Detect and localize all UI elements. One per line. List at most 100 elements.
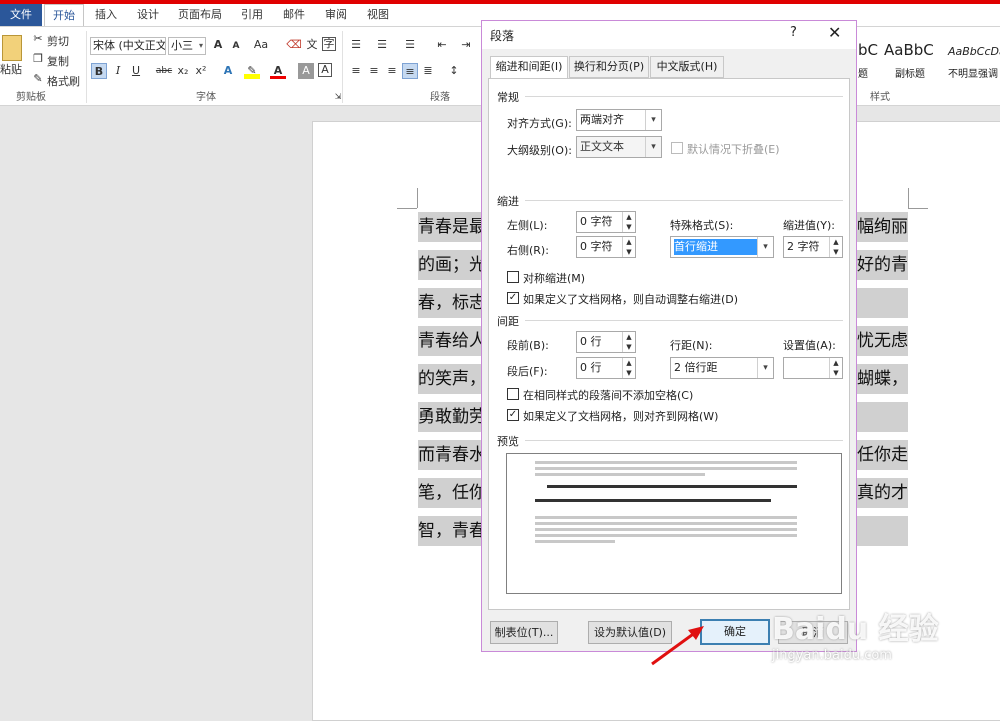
- close-button[interactable]: ✕: [828, 23, 841, 42]
- multilevel-list-icon[interactable]: ☰: [402, 37, 418, 53]
- mirror-indent-checkbox[interactable]: [507, 271, 519, 283]
- enclose-char-icon[interactable]: 字: [322, 37, 336, 51]
- font-name-combo[interactable]: 宋体 (中文正文: [90, 37, 166, 55]
- spacing-section-title: 间距: [497, 315, 519, 328]
- spin-down-icon[interactable]: ▼: [623, 222, 635, 232]
- preview-section-title: 预览: [497, 435, 519, 448]
- special-select[interactable]: 首行缩进 ▾: [670, 236, 774, 258]
- at-spinner[interactable]: ▲ ▼: [783, 357, 843, 379]
- help-button[interactable]: ?: [790, 25, 797, 40]
- cut-button[interactable]: 剪切: [47, 33, 69, 49]
- font-size-value: 小三: [171, 39, 193, 52]
- divider: [525, 440, 843, 441]
- space-after-spinner[interactable]: 0 行 ▲ ▼: [576, 357, 636, 379]
- divider: [525, 320, 843, 321]
- spin-up-icon[interactable]: ▲: [623, 358, 635, 368]
- char-shading-icon[interactable]: A: [298, 63, 314, 79]
- increase-indent-icon[interactable]: ⇥: [458, 37, 474, 53]
- clear-format-icon[interactable]: ⌫: [286, 37, 302, 53]
- highlight-icon[interactable]: ✎: [244, 63, 260, 79]
- justify-icon[interactable]: ≡: [402, 63, 418, 79]
- copy-icon[interactable]: ❐: [30, 51, 46, 67]
- tab-mailings[interactable]: 邮件: [276, 4, 312, 26]
- left-indent-spinner[interactable]: 0 字符 ▲ ▼: [576, 211, 636, 233]
- general-section-title: 常规: [497, 91, 519, 104]
- tab-layout[interactable]: 页面布局: [172, 4, 228, 26]
- spin-up-icon[interactable]: ▲: [830, 358, 842, 368]
- snap-to-grid-label: 如果定义了文档网格，则对齐到网格(W): [523, 410, 719, 423]
- align-center-icon[interactable]: ≡: [366, 63, 382, 79]
- tab-line-page-breaks[interactable]: 换行和分页(P): [569, 56, 649, 78]
- dialog-title-bar[interactable]: 段落 ? ✕: [482, 21, 856, 49]
- char-border-icon[interactable]: A: [318, 63, 332, 77]
- decrease-indent-icon[interactable]: ⇤: [434, 37, 450, 53]
- italic-button[interactable]: I: [110, 63, 126, 79]
- font-color-icon[interactable]: A: [270, 63, 286, 79]
- grow-font-icon[interactable]: A: [210, 37, 226, 53]
- tab-references[interactable]: 引用: [234, 4, 270, 26]
- collapse-checkbox[interactable]: [671, 142, 683, 154]
- spin-down-icon[interactable]: ▼: [623, 342, 635, 352]
- chevron-down-icon: ▾: [198, 41, 203, 50]
- underline-button[interactable]: U: [128, 63, 144, 79]
- spin-up-icon[interactable]: ▲: [623, 237, 635, 247]
- paste-icon[interactable]: [2, 35, 22, 61]
- bold-button[interactable]: B: [91, 63, 107, 79]
- tab-asian-typography[interactable]: 中文版式(H): [650, 56, 724, 78]
- tabs-button[interactable]: 制表位(T)...: [490, 621, 558, 644]
- alignment-select[interactable]: 两端对齐 ▾: [576, 109, 662, 131]
- shrink-font-icon[interactable]: A: [228, 38, 244, 54]
- align-left-icon[interactable]: ≡: [348, 63, 364, 79]
- format-painter-icon[interactable]: ✎: [30, 71, 46, 87]
- style-sample-1[interactable]: bC: [858, 41, 878, 59]
- align-right-icon[interactable]: ≡: [384, 63, 400, 79]
- spin-up-icon[interactable]: ▲: [623, 212, 635, 222]
- tab-indents-spacing[interactable]: 缩进和间距(I): [490, 56, 568, 79]
- space-after-label: 段后(F):: [507, 365, 548, 378]
- spin-down-icon[interactable]: ▼: [623, 368, 635, 378]
- superscript-button[interactable]: x²: [193, 63, 209, 79]
- font-size-combo[interactable]: 小三 ▾: [168, 37, 206, 55]
- format-painter-button[interactable]: 格式刷: [47, 73, 80, 89]
- copy-button[interactable]: 复制: [47, 53, 69, 69]
- spin-down-icon[interactable]: ▼: [830, 368, 842, 378]
- preview-prev-paragraph: [535, 467, 797, 470]
- space-before-spinner[interactable]: 0 行 ▲ ▼: [576, 331, 636, 353]
- style-sample-3[interactable]: AaBbCcDa: [948, 45, 1000, 58]
- snap-to-grid-checkbox[interactable]: ✓: [507, 409, 519, 421]
- tab-review[interactable]: 审阅: [318, 4, 354, 26]
- tab-view[interactable]: 视图: [360, 4, 396, 26]
- phonetic-guide-icon[interactable]: 文: [304, 37, 320, 53]
- tab-home[interactable]: 开始: [44, 4, 84, 26]
- numbering-icon[interactable]: ☰: [374, 37, 390, 53]
- font-group-label: 字体: [196, 92, 216, 103]
- strikethrough-button[interactable]: abc: [154, 63, 174, 79]
- right-indent-spinner[interactable]: 0 字符 ▲ ▼: [576, 236, 636, 258]
- text-effects-icon[interactable]: A: [220, 63, 236, 79]
- bullets-icon[interactable]: ☰: [348, 37, 364, 53]
- spin-down-icon[interactable]: ▼: [830, 247, 842, 257]
- no-space-same-style-label: 在相同样式的段落间不添加空格(C): [523, 389, 694, 402]
- font-dialog-launcher-icon[interactable]: ⇲: [330, 89, 346, 105]
- line-spacing-select[interactable]: 2 倍行距 ▾: [670, 357, 774, 379]
- spin-up-icon[interactable]: ▲: [830, 237, 842, 247]
- paste-button[interactable]: 粘贴: [0, 61, 22, 77]
- subscript-button[interactable]: x₂: [175, 63, 191, 79]
- left-indent-label: 左侧(L):: [507, 219, 548, 232]
- tab-design[interactable]: 设计: [130, 4, 166, 26]
- line-spacing-icon[interactable]: ↕: [446, 63, 462, 79]
- no-space-same-style-checkbox[interactable]: [507, 388, 519, 400]
- style-sample-2[interactable]: AaBbC: [884, 41, 934, 59]
- ok-button[interactable]: 确定: [700, 619, 770, 645]
- spin-up-icon[interactable]: ▲: [623, 332, 635, 342]
- change-case-icon[interactable]: Aa: [250, 37, 272, 53]
- scissors-icon[interactable]: ✂: [30, 31, 46, 47]
- distributed-icon[interactable]: ≣: [420, 63, 436, 79]
- auto-adjust-checkbox[interactable]: ✓: [507, 292, 519, 304]
- indent-by-spinner[interactable]: 2 字符 ▲ ▼: [783, 236, 843, 258]
- outline-level-select[interactable]: 正文文本 ▾: [576, 136, 662, 158]
- spin-down-icon[interactable]: ▼: [623, 247, 635, 257]
- tab-insert[interactable]: 插入: [88, 4, 124, 26]
- tab-file[interactable]: 文件: [0, 4, 42, 26]
- mirror-indent-label: 对称缩进(M): [523, 272, 586, 285]
